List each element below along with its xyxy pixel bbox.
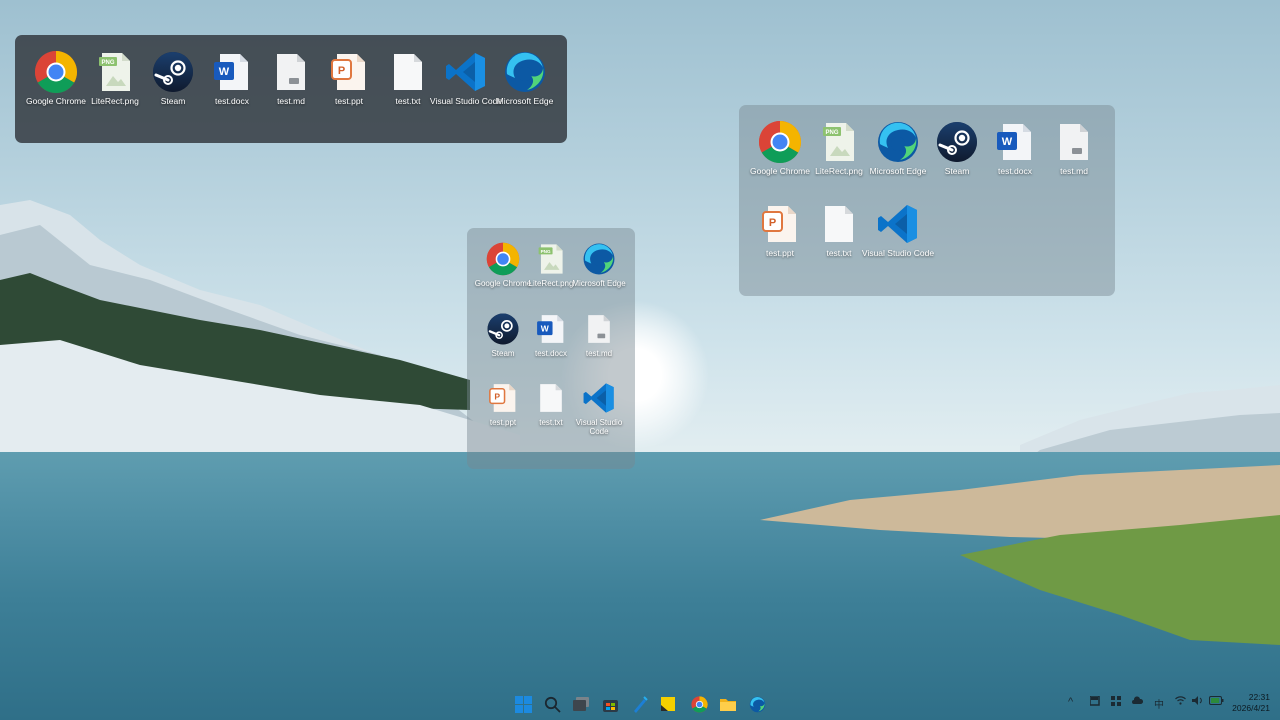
svg-text:P: P bbox=[338, 65, 345, 77]
edge-icon bbox=[582, 242, 616, 276]
steam-icon bbox=[486, 312, 520, 346]
word-icon: W bbox=[993, 120, 1037, 164]
tray-cloud-icon bbox=[1132, 696, 1144, 704]
sticky-notes-button[interactable] bbox=[657, 693, 679, 715]
start-icon bbox=[514, 695, 532, 713]
svg-text:PNG: PNG bbox=[101, 60, 114, 66]
txt-file-icon bbox=[817, 202, 861, 246]
steam-icon bbox=[935, 120, 979, 164]
tray-app-icon[interactable] bbox=[1111, 696, 1121, 709]
tray-grid-icon bbox=[1111, 696, 1121, 706]
powerpoint-icon: P bbox=[486, 381, 520, 415]
word-icon: W bbox=[534, 312, 568, 346]
chrome-icon bbox=[34, 50, 78, 94]
svg-text:PNG: PNG bbox=[541, 249, 551, 254]
search-button[interactable] bbox=[541, 693, 563, 715]
png-file-icon: PNG bbox=[817, 120, 861, 164]
sticky-notes-icon bbox=[661, 697, 675, 711]
vscode-icon bbox=[444, 50, 488, 94]
txt-file-icon bbox=[386, 50, 430, 94]
file-explorer-button[interactable] bbox=[717, 693, 739, 715]
word-icon: W bbox=[210, 50, 254, 94]
tray-window-icon bbox=[1089, 695, 1100, 706]
md-file-icon bbox=[1052, 120, 1096, 164]
tray-app-icon[interactable] bbox=[1132, 696, 1144, 708]
edge-icon bbox=[503, 50, 547, 94]
icon-label: test.md bbox=[1060, 166, 1088, 176]
icon-label: test.md bbox=[585, 349, 613, 358]
icon-label: Visual Studio Code bbox=[861, 248, 935, 258]
tray-overflow-chevron[interactable]: ^ bbox=[1068, 696, 1073, 708]
chrome-icon bbox=[690, 695, 708, 713]
edge-icon bbox=[876, 120, 920, 164]
pen-button[interactable] bbox=[628, 693, 650, 715]
chrome-icon bbox=[486, 242, 520, 276]
desktop-icon-edge[interactable]: Microsoft Edge bbox=[568, 242, 630, 288]
vscode-icon bbox=[876, 202, 920, 246]
pen-icon bbox=[633, 695, 648, 713]
txt-file-icon bbox=[534, 381, 568, 415]
chrome-taskbar-button[interactable] bbox=[688, 693, 710, 715]
desktop-icon-test-md[interactable]: test.md bbox=[1043, 120, 1105, 177]
svg-text:P: P bbox=[769, 217, 776, 229]
svg-text:W: W bbox=[1002, 136, 1013, 148]
network-volume-battery[interactable] bbox=[1175, 696, 1224, 708]
start-button[interactable] bbox=[512, 693, 534, 715]
edge-icon bbox=[749, 696, 765, 712]
icon-label: Microsoft Edge bbox=[496, 96, 554, 106]
chrome-icon bbox=[758, 120, 802, 164]
battery-icon bbox=[1208, 696, 1224, 705]
steam-icon bbox=[151, 50, 195, 94]
desktop-icon-edge[interactable]: Microsoft Edge bbox=[494, 50, 556, 107]
png-file-icon: PNG bbox=[93, 50, 137, 94]
task-view-button[interactable] bbox=[570, 693, 592, 715]
svg-text:W: W bbox=[541, 323, 550, 333]
tray-app-icon[interactable] bbox=[1089, 695, 1100, 709]
store-icon bbox=[602, 699, 618, 712]
icon-label: Visual Studio Code bbox=[575, 418, 623, 436]
clock-date: 2026/4/21 bbox=[1232, 703, 1270, 713]
md-file-icon bbox=[269, 50, 313, 94]
edge-taskbar-button[interactable] bbox=[746, 693, 768, 715]
vscode-icon bbox=[582, 381, 616, 415]
task-view-icon bbox=[573, 697, 589, 711]
png-file-icon: PNG bbox=[534, 242, 568, 276]
desktop-icon-vscode[interactable]: Visual Studio Code bbox=[862, 202, 934, 259]
taskbar-clock[interactable]: 22:31 2026/4/21 bbox=[1232, 692, 1270, 714]
powerpoint-icon: P bbox=[758, 202, 802, 246]
file-explorer-icon bbox=[720, 699, 736, 711]
wifi-icon bbox=[1175, 696, 1186, 705]
desktop-icon-test-md[interactable]: test.md bbox=[568, 312, 630, 358]
svg-text:PNG: PNG bbox=[825, 130, 838, 136]
store-button[interactable] bbox=[599, 693, 621, 715]
svg-text:W: W bbox=[219, 66, 230, 78]
icon-label: Microsoft Edge bbox=[572, 279, 626, 288]
clock-time: 22:31 bbox=[1248, 692, 1270, 702]
svg-text:P: P bbox=[494, 392, 500, 402]
search-icon bbox=[544, 696, 561, 713]
left-mountains bbox=[0, 200, 520, 460]
grass-shore bbox=[760, 465, 1280, 645]
md-file-icon bbox=[582, 312, 616, 346]
volume-icon bbox=[1191, 696, 1202, 705]
input-method-indicator[interactable]: 中 bbox=[1154, 696, 1164, 711]
desktop-icon-vscode[interactable]: Visual Studio Code bbox=[568, 381, 630, 436]
powerpoint-icon: P bbox=[327, 50, 371, 94]
